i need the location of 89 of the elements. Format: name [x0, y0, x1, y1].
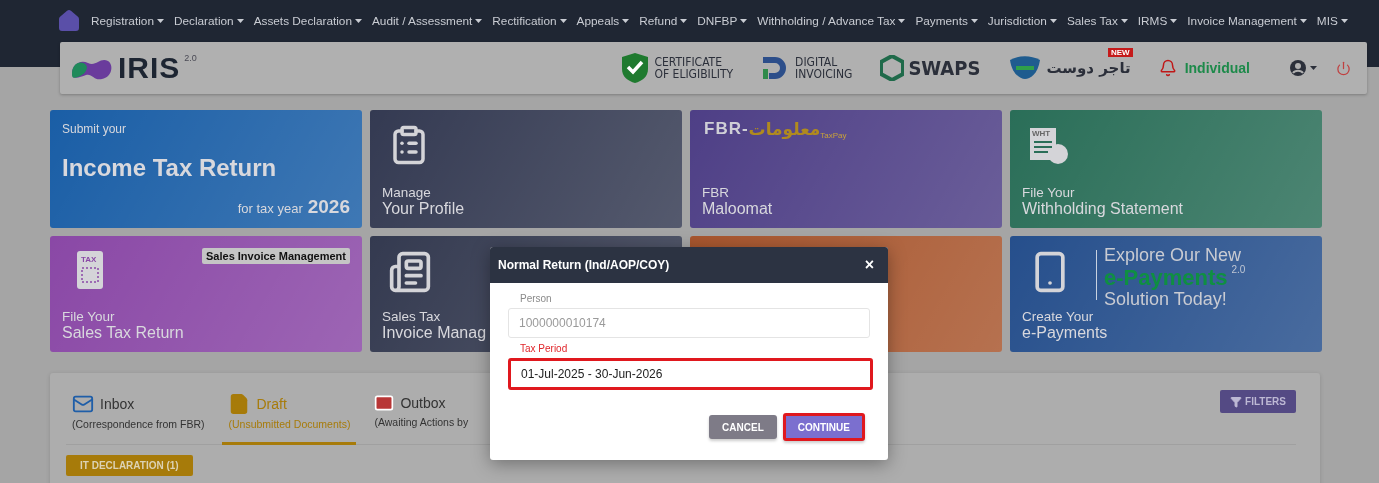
user-menu-button[interactable]	[1290, 59, 1318, 77]
nav-menu-item[interactable]: Payments	[915, 14, 978, 28]
logo-version: 2.0	[184, 53, 197, 63]
caret-icon	[355, 19, 362, 23]
nav-menu-item[interactable]: Refund	[639, 14, 688, 28]
mailbox-tab[interactable]: Outbox (Awaiting Actions by	[368, 389, 475, 445]
tile-eyebrow: Manage	[382, 185, 431, 200]
tile-eyebrow: Submit your	[62, 122, 127, 136]
nav-menu-item[interactable]: Declaration	[173, 14, 244, 28]
nav-menu-item[interactable]: Jurisdiction	[987, 14, 1057, 28]
tax-year: 2026	[307, 196, 350, 218]
icon-label: WHT	[1032, 129, 1051, 138]
tile-title: e-Payments	[1022, 324, 1108, 342]
promo-version: 2.0	[1231, 264, 1246, 276]
service-tile[interactable]: WHT File Your Withholding Statement	[1010, 110, 1322, 228]
nav-menu-item[interactable]: MIS	[1316, 14, 1348, 28]
nav-menu-item[interactable]: Withholding / Advance Tax	[757, 14, 906, 28]
envelope-icon	[374, 393, 395, 413]
nav-menu-item[interactable]: Appeals	[576, 14, 630, 28]
continue-button[interactable]: CONTINUE	[782, 413, 865, 441]
service-tile[interactable]: TAX Sales Invoice Management File Your Sales Tax Return	[50, 236, 362, 352]
nav-menu-item[interactable]: DNFBP	[697, 14, 748, 28]
partner-logo-text: INVOICING	[795, 68, 853, 80]
tile-eyebrow: Create Your	[1022, 309, 1094, 324]
caret-icon	[1049, 19, 1057, 23]
notifications-button[interactable]	[1158, 59, 1177, 77]
partner-logo-text: تاجر دوست	[1046, 60, 1131, 76]
nav-menu-item[interactable]: Audit / Assessment	[372, 14, 483, 28]
tile-title: Invoice Manag	[382, 324, 487, 342]
caret-icon	[1120, 19, 1128, 23]
caret-icon	[898, 19, 906, 23]
nav-menu-item[interactable]: Assets Declaration	[253, 14, 362, 28]
new-badge: NEW	[1108, 48, 1133, 57]
field-label: Person	[520, 293, 552, 304]
tile-title: Your Profile	[382, 200, 465, 218]
tile-title: Withholding Statement	[1022, 200, 1183, 218]
divider-line	[1096, 250, 1097, 300]
caret-icon	[1340, 19, 1348, 23]
tile-title: Income Tax Return	[62, 154, 277, 182]
tile-eyebrow: Sales Tax	[382, 309, 441, 324]
tile-eyebrow: File Your	[62, 309, 115, 324]
sales-invoice-badge: Sales Invoice Management	[202, 248, 350, 264]
power-button[interactable]	[1336, 60, 1351, 76]
caret-icon	[740, 19, 748, 23]
service-tile[interactable]: Manage Your Profile	[370, 110, 682, 228]
mailbox-tab[interactable]: Inbox (Correspondence from FBR)	[66, 389, 211, 445]
envelope-icon	[72, 393, 94, 415]
field-label: Tax Period	[520, 343, 568, 354]
partner-logo-text: OF ELIGIBILITY	[654, 68, 734, 80]
hexagon-icon	[880, 55, 905, 81]
dialog-title: Normal Return (Ind/AOP/COY)	[498, 258, 670, 272]
shield-check-icon	[620, 52, 651, 84]
caret-icon	[475, 19, 483, 23]
promo-brand: e-Payments	[1104, 264, 1228, 291]
tile-title: Sales Tax Return	[62, 324, 184, 342]
document-chart-icon	[388, 250, 432, 294]
nav-menu-item[interactable]: Registration	[91, 14, 164, 28]
caret-icon	[1170, 19, 1178, 23]
caret-icon	[156, 19, 164, 23]
cancel-button[interactable]: CANCEL	[709, 415, 777, 439]
promo-text: Solution Today!	[1104, 290, 1228, 310]
logo-text: IRIS	[118, 53, 181, 83]
tile-title: Maloomat	[702, 200, 773, 218]
nav-menu-item[interactable]: Rectification	[492, 14, 567, 28]
tax-document-icon	[76, 250, 104, 290]
close-button[interactable]: ×	[864, 256, 874, 274]
caret-icon	[680, 19, 688, 23]
partner-logo-text: SWAPS	[908, 58, 981, 78]
promo-text: Explore Our New	[1104, 246, 1243, 265]
nav-menu-item[interactable]: Sales Tax	[1066, 14, 1128, 28]
home-icon[interactable]	[57, 9, 81, 33]
caret-icon	[559, 19, 567, 23]
input-field[interactable]: 01-Jul-2025 - 30-Jun-2026	[508, 358, 873, 390]
year-label: for tax year	[237, 201, 303, 216]
tile-eyebrow: FBR	[702, 185, 729, 200]
income-tax-return-tile[interactable]: Submit your Income Tax Return for tax year 2026	[50, 110, 362, 228]
partner-logo-text: CERTIFICATE	[654, 56, 723, 68]
partner-logo-text: DIGITAL	[795, 56, 839, 68]
nav-menu-item[interactable]: IRMS	[1137, 14, 1178, 28]
nav-menu-item[interactable]: Invoice Management	[1187, 14, 1307, 28]
filter-icon	[1230, 395, 1243, 408]
caret-icon	[622, 19, 630, 23]
caret-icon	[236, 19, 244, 23]
filters-button[interactable]: FILTERS	[1220, 390, 1296, 413]
caret-icon	[970, 19, 978, 23]
user-type: Individual	[1184, 60, 1250, 76]
icon-label: TAX	[81, 255, 97, 264]
tile-eyebrow: File Your	[1022, 185, 1075, 200]
caret-icon	[1299, 19, 1307, 23]
